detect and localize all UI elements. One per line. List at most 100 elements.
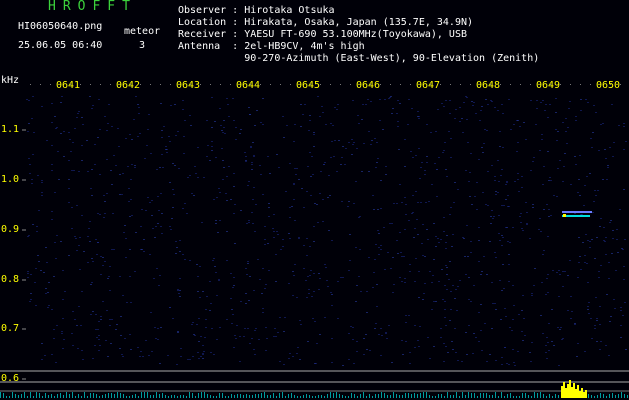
noise-speckle — [441, 269, 443, 270]
noise-speckle — [619, 209, 621, 210]
level-bar — [285, 396, 286, 398]
noise-speckle — [443, 343, 445, 344]
noise-speckle — [298, 237, 300, 238]
noise-speckle — [579, 155, 581, 156]
noise-speckle — [138, 107, 140, 108]
noise-speckle — [392, 257, 394, 258]
noise-speckle — [438, 242, 440, 243]
noise-speckle — [577, 343, 579, 344]
noise-speckle — [443, 150, 445, 151]
noise-speckle — [370, 101, 372, 102]
noise-speckle — [230, 298, 232, 299]
level-bar — [588, 394, 589, 398]
time-tick: 0647 — [416, 80, 441, 91]
noise-speckle — [567, 127, 569, 128]
noise-speckle — [323, 164, 325, 165]
noise-speckle — [123, 232, 125, 233]
noise-speckle — [309, 120, 311, 121]
noise-speckle — [379, 99, 381, 100]
level-bar — [531, 396, 532, 398]
noise-speckle — [172, 189, 174, 190]
noise-speckle — [453, 202, 455, 203]
level-bar — [444, 396, 445, 398]
noise-speckle — [622, 249, 624, 250]
level-bar — [192, 393, 193, 398]
noise-speckle — [282, 246, 284, 247]
level-bar — [54, 396, 55, 398]
noise-speckle — [285, 191, 287, 192]
noise-speckle — [602, 123, 604, 124]
noise-speckle — [40, 270, 42, 271]
noise-speckle — [58, 179, 60, 180]
time-tick: 0641 — [56, 80, 81, 91]
noise-speckle — [391, 113, 393, 114]
noise-speckle — [545, 104, 547, 105]
noise-speckle — [564, 153, 566, 154]
noise-speckle — [505, 227, 507, 228]
noise-speckle — [431, 184, 433, 185]
time-tick-dot — [40, 84, 41, 85]
noise-speckle — [575, 164, 577, 165]
noise-speckle — [255, 204, 257, 205]
time-tick-dot — [290, 84, 291, 85]
noise-speckle — [520, 213, 522, 214]
level-bar — [351, 393, 352, 398]
noise-speckle — [502, 264, 504, 265]
noise-speckle — [548, 216, 550, 217]
noise-speckle — [413, 237, 415, 238]
noise-speckle — [512, 285, 514, 286]
noise-speckle — [278, 167, 280, 168]
noise-speckle — [482, 192, 484, 193]
noise-speckle — [111, 184, 113, 185]
noise-speckle — [150, 312, 152, 313]
noise-speckle — [288, 233, 290, 234]
noise-speckle — [531, 293, 533, 294]
noise-speckle — [494, 303, 496, 304]
noise-speckle — [446, 235, 448, 236]
noise-speckle — [584, 255, 586, 256]
noise-speckle — [588, 313, 590, 314]
noise-speckle — [469, 196, 471, 197]
time-tick-dot — [440, 84, 441, 85]
level-bar — [303, 395, 304, 398]
noise-speckle — [87, 236, 89, 237]
noise-speckle — [352, 100, 354, 101]
noise-speckle — [227, 104, 229, 105]
noise-speckle — [199, 297, 201, 298]
noise-speckle — [60, 241, 62, 242]
level-bar — [138, 396, 139, 398]
noise-speckle — [74, 128, 76, 129]
noise-speckle — [189, 175, 191, 176]
noise-speckle — [348, 359, 350, 360]
level-bar — [339, 394, 340, 398]
noise-speckle — [485, 204, 487, 205]
noise-speckle — [72, 311, 74, 312]
noise-speckle — [248, 222, 250, 223]
noise-speckle — [513, 124, 515, 125]
noise-speckle — [233, 277, 235, 278]
noise-speckle — [156, 268, 158, 269]
level-bar — [168, 396, 169, 398]
noise-speckle — [174, 165, 176, 166]
noise-speckle — [435, 246, 437, 247]
noise-speckle — [442, 152, 444, 153]
level-bar — [243, 395, 244, 398]
frequency-tick: 1.0 — [1, 174, 20, 185]
noise-speckle — [298, 179, 300, 180]
noise-speckle — [436, 169, 438, 170]
noise-speckle — [319, 278, 321, 279]
noise-speckle — [27, 236, 29, 237]
noise-speckle — [580, 110, 582, 111]
noise-speckle — [351, 139, 353, 140]
noise-speckle — [214, 266, 216, 267]
noise-speckle — [393, 203, 395, 204]
noise-speckle — [441, 103, 443, 104]
noise-speckle — [68, 255, 70, 256]
noise-speckle — [532, 161, 534, 162]
noise-speckle — [380, 355, 382, 356]
noise-speckle — [547, 274, 549, 275]
time-tick-dot — [460, 84, 461, 85]
level-bar — [474, 393, 475, 398]
noise-speckle — [98, 335, 100, 336]
time-tick-dot — [90, 84, 91, 85]
